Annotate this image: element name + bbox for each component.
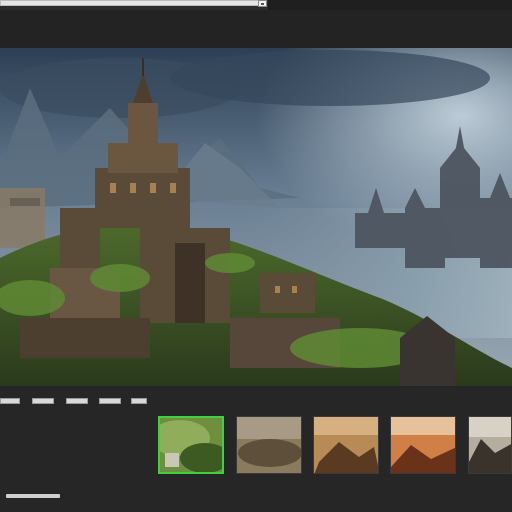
tab-5[interactable]	[131, 398, 147, 404]
thumbnail-2-image	[237, 417, 301, 473]
main-preview-image[interactable]	[0, 48, 512, 386]
tab-4[interactable]	[99, 398, 121, 404]
thumbnail-4-image	[391, 417, 455, 473]
thumbnail-3[interactable]	[313, 416, 379, 474]
top-bar	[0, 0, 512, 10]
thumbnail-1[interactable]	[158, 416, 224, 474]
thumbnail-4[interactable]	[390, 416, 456, 474]
tab-1[interactable]	[0, 398, 20, 404]
tab-3[interactable]	[66, 398, 88, 404]
chevron-down-icon	[261, 3, 264, 5]
address-field[interactable]	[0, 0, 266, 6]
thumbnail-3-image	[314, 417, 378, 473]
dropdown-button[interactable]	[258, 0, 267, 7]
top-bar-dark-area	[268, 0, 512, 10]
thumbnail-5-image	[469, 417, 511, 473]
castle-landscape-image	[0, 48, 512, 386]
thumbnail-5[interactable]	[468, 416, 512, 474]
tab-2[interactable]	[32, 398, 54, 404]
status-text	[6, 494, 60, 498]
thumbnail-2[interactable]	[236, 416, 302, 474]
thumbnail-1-image	[160, 418, 222, 472]
